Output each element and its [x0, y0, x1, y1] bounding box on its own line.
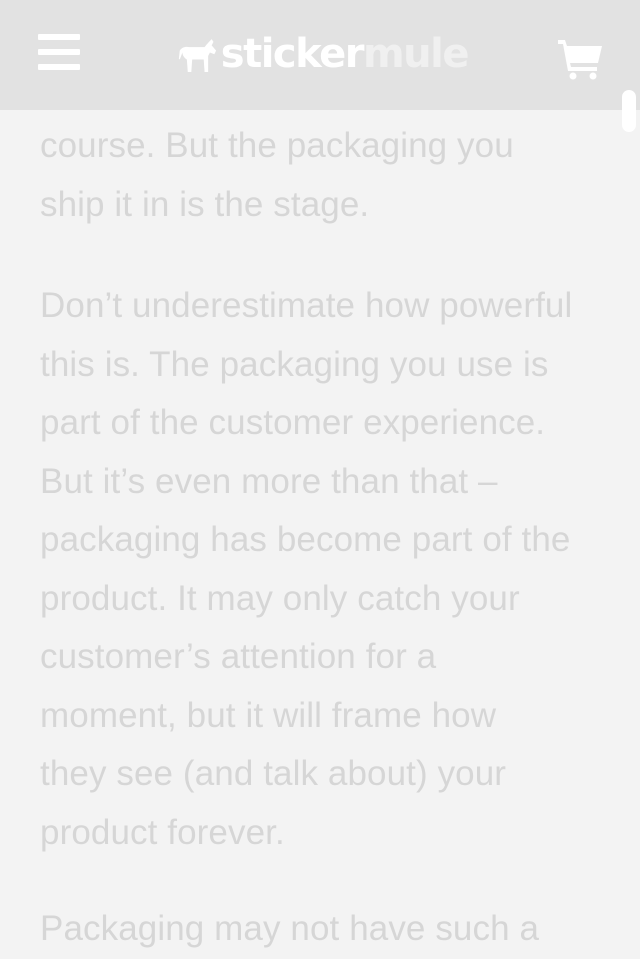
paragraph-line: they see (and talk about) your: [40, 754, 507, 793]
shopping-cart-button[interactable]: [556, 36, 604, 80]
article-paragraph-3: Packaging may not have such a: [40, 900, 539, 959]
scrollbar-thumb[interactable]: [622, 90, 636, 132]
paragraph-line: product forever.: [40, 812, 285, 852]
paragraph-line: moment, but it will frame how: [40, 695, 497, 735]
logo-text-sticker: sticker: [220, 31, 365, 77]
page: course. But the packaging you ship it in…: [0, 0, 640, 959]
article-paragraph-1: course. But the packaging you ship it in…: [40, 117, 514, 234]
paragraph-line: customer’s attention for a: [40, 637, 437, 676]
paragraph-line: product. It may only catch your: [40, 578, 520, 618]
logo-text-mule: mule: [363, 31, 470, 77]
hamburger-menu-button[interactable]: [36, 30, 82, 74]
paragraph-line: packaging has become part of the: [40, 520, 571, 559]
hamburger-menu-icon-bar: [38, 49, 80, 55]
hamburger-menu-icon-bar: [38, 64, 80, 70]
article-paragraph-2: Don’t underestimate how powerful this is…: [40, 277, 572, 862]
mule-logo-icon: [178, 39, 217, 72]
paragraph-line: ship it in is the stage.: [40, 184, 370, 224]
shopping-cart-icon: [558, 40, 602, 80]
stickermule-logo[interactable]: sticker mule: [178, 28, 470, 80]
paragraph-line: course. But the packaging you: [40, 126, 514, 165]
paragraph-line: Packaging may not have such a: [40, 909, 540, 948]
paragraph-line: But it’s even more than that –: [40, 461, 498, 501]
paragraph-line: Don’t underestimate how powerful: [40, 286, 573, 325]
top-navigation-bar: sticker mule: [0, 0, 640, 110]
paragraph-line: part of the customer experience.: [40, 403, 546, 442]
hamburger-menu-icon-bar: [38, 34, 80, 40]
paragraph-line: this is. The packaging you use is: [40, 344, 549, 384]
